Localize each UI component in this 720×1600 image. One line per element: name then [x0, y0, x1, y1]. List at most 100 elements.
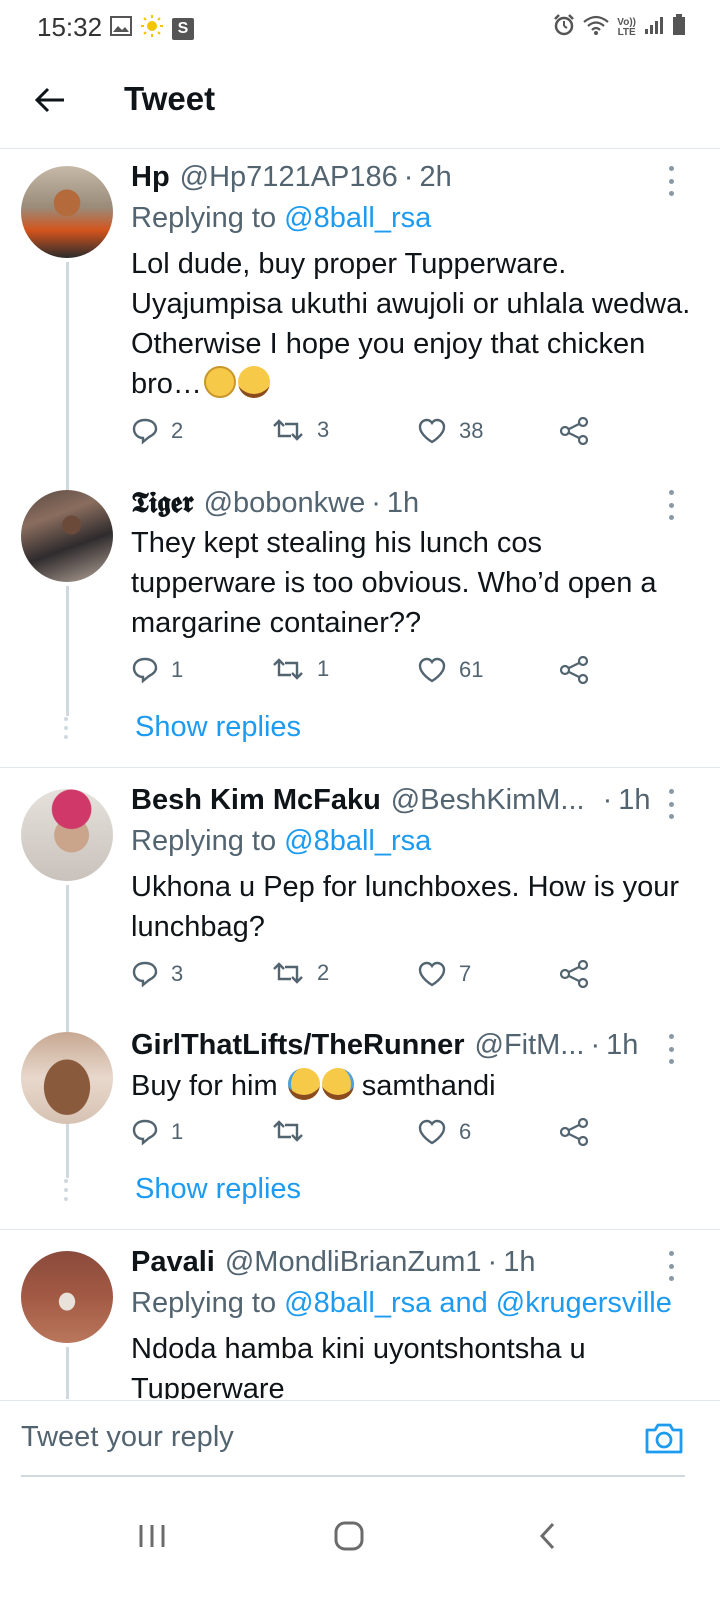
reply-feed: Hp @Hp7121AP186 · 2h Replying to @8ball_…: [0, 149, 720, 1399]
wifi-icon: [583, 15, 610, 40]
arrow-left-icon: [34, 86, 66, 119]
heart-icon: [417, 960, 447, 988]
reply-icon: [131, 1118, 159, 1146]
reply-input[interactable]: [21, 1421, 621, 1454]
more-options-icon[interactable]: [660, 1034, 682, 1064]
share-button[interactable]: [559, 960, 589, 988]
author-name[interactable]: Pavali: [131, 1246, 215, 1279]
tweet-actions: 3 2 7: [131, 960, 691, 1000]
tweet-header: GirlThatLifts/TheRunner @FitM... · 1h: [131, 1029, 639, 1062]
author-handle[interactable]: @MondliBrianZum1: [225, 1246, 482, 1279]
share-icon: [559, 960, 589, 988]
replying-to: Replying to @8ball_rsa: [131, 202, 432, 234]
share-icon: [559, 417, 589, 445]
back-chevron-icon: [538, 1521, 558, 1556]
camera-button[interactable]: [644, 1421, 684, 1457]
signal-icon: [644, 15, 664, 40]
retweet-icon: [271, 960, 305, 986]
tweet-text: They kept stealing his lunch cos tupperw…: [131, 527, 657, 639]
reply-input-underline: [21, 1475, 685, 1477]
avatar[interactable]: [21, 1032, 113, 1124]
more-options-icon[interactable]: [660, 490, 682, 520]
recents-button[interactable]: [122, 1508, 182, 1568]
home-button[interactable]: [319, 1508, 379, 1568]
more-options-icon[interactable]: [660, 789, 682, 819]
system-nav-bar: [0, 1478, 720, 1600]
thread-line: [66, 1347, 69, 1399]
tweet-text: Ukhona u Pep for lunchboxes. How is your…: [131, 871, 680, 943]
reply-button[interactable]: 3: [131, 960, 183, 988]
more-options-icon[interactable]: [660, 166, 682, 196]
retweet-button[interactable]: 3: [271, 417, 329, 443]
author-handle[interactable]: @FitM...: [475, 1029, 585, 1062]
tweet-header: Hp @Hp7121AP186 · 2h: [131, 161, 452, 194]
replying-to: Replying to @8ball_rsa: [131, 825, 432, 857]
home-icon: [334, 1521, 364, 1556]
share-icon: [559, 656, 589, 684]
status-bar: 15:32 S Vo)) LTE: [0, 0, 720, 56]
author-handle[interactable]: @BeshKimM...: [391, 784, 585, 817]
system-back-button[interactable]: [518, 1508, 578, 1568]
reply-icon: [131, 960, 159, 988]
show-replies-link[interactable]: Show replies: [135, 711, 301, 744]
share-button[interactable]: [559, 417, 589, 445]
retweet-icon: [271, 417, 305, 443]
thread-continuation-dots: [64, 1179, 70, 1201]
mention-link[interactable]: @8ball_rsa and @krugersville: [284, 1287, 672, 1319]
back-button[interactable]: [28, 80, 72, 124]
author-name[interactable]: GirlThatLifts/TheRunner: [131, 1029, 465, 1062]
top-app-bar: Tweet: [0, 56, 720, 149]
status-time: 15:32: [37, 12, 103, 42]
heart-icon: [417, 417, 447, 445]
avatar[interactable]: [21, 1251, 113, 1343]
tweet-actions: 1 6: [131, 1118, 691, 1158]
divider: [0, 767, 720, 768]
thread-continuation-dots: [64, 717, 70, 739]
reply-button[interactable]: 2: [131, 417, 183, 445]
like-button[interactable]: 38: [417, 417, 483, 445]
heart-icon: [417, 1118, 447, 1146]
author-handle[interactable]: @bobonkwe: [204, 487, 366, 520]
avatar[interactable]: [21, 789, 113, 881]
avatar[interactable]: [21, 166, 113, 258]
more-options-icon[interactable]: [660, 1251, 682, 1281]
author-handle[interactable]: @Hp7121AP186: [180, 161, 398, 194]
reply-icon: [131, 417, 159, 445]
tweet-header: 𝕿𝖎𝖌𝖊𝖗 @bobonkwe · 1h: [131, 485, 420, 520]
retweet-button[interactable]: 2: [271, 960, 329, 986]
avatar[interactable]: [21, 490, 113, 582]
reply-button[interactable]: 1: [131, 1118, 183, 1146]
reply-composer: [0, 1400, 720, 1477]
share-button[interactable]: [559, 1118, 589, 1146]
author-name[interactable]: Hp: [131, 161, 170, 194]
retweet-button[interactable]: 1: [271, 656, 329, 682]
reply-button[interactable]: 1: [131, 656, 183, 684]
like-button[interactable]: 7: [417, 960, 471, 988]
gallery-icon: [110, 16, 132, 41]
tears-of-joy-emoji-icon: [321, 1068, 354, 1100]
tweet-time: 1h: [606, 1029, 639, 1061]
heart-icon: [417, 656, 447, 684]
tears-of-joy-emoji-icon: [287, 1068, 320, 1100]
author-name[interactable]: 𝕿𝖎𝖌𝖊𝖗: [131, 485, 194, 520]
show-replies-link[interactable]: Show replies: [135, 1173, 301, 1206]
mention-link[interactable]: @8ball_rsa: [284, 202, 431, 234]
author-name[interactable]: Besh Kim McFaku: [131, 784, 381, 817]
tweet-time: 1h: [503, 1246, 536, 1278]
reply-icon: [131, 656, 159, 684]
mention-link[interactable]: @8ball_rsa: [284, 825, 431, 857]
tweet-header: Pavali @MondliBrianZum1 · 1h: [131, 1246, 536, 1279]
grinning-face-emoji-icon: [237, 366, 270, 398]
like-button[interactable]: 61: [417, 656, 483, 684]
like-button[interactable]: 6: [417, 1118, 471, 1146]
thread-line: [66, 262, 69, 492]
tweet-text: Buy for him samthandi: [131, 1068, 496, 1102]
tweet-actions: 2 3 38: [131, 417, 691, 457]
divider: [0, 1229, 720, 1230]
thread-line: [66, 586, 69, 716]
status-right-icons: Vo)) LTE: [553, 14, 686, 41]
share-icon: [559, 1118, 589, 1146]
retweet-button[interactable]: [271, 1118, 317, 1144]
retweet-icon: [271, 656, 305, 682]
share-button[interactable]: [559, 656, 589, 684]
